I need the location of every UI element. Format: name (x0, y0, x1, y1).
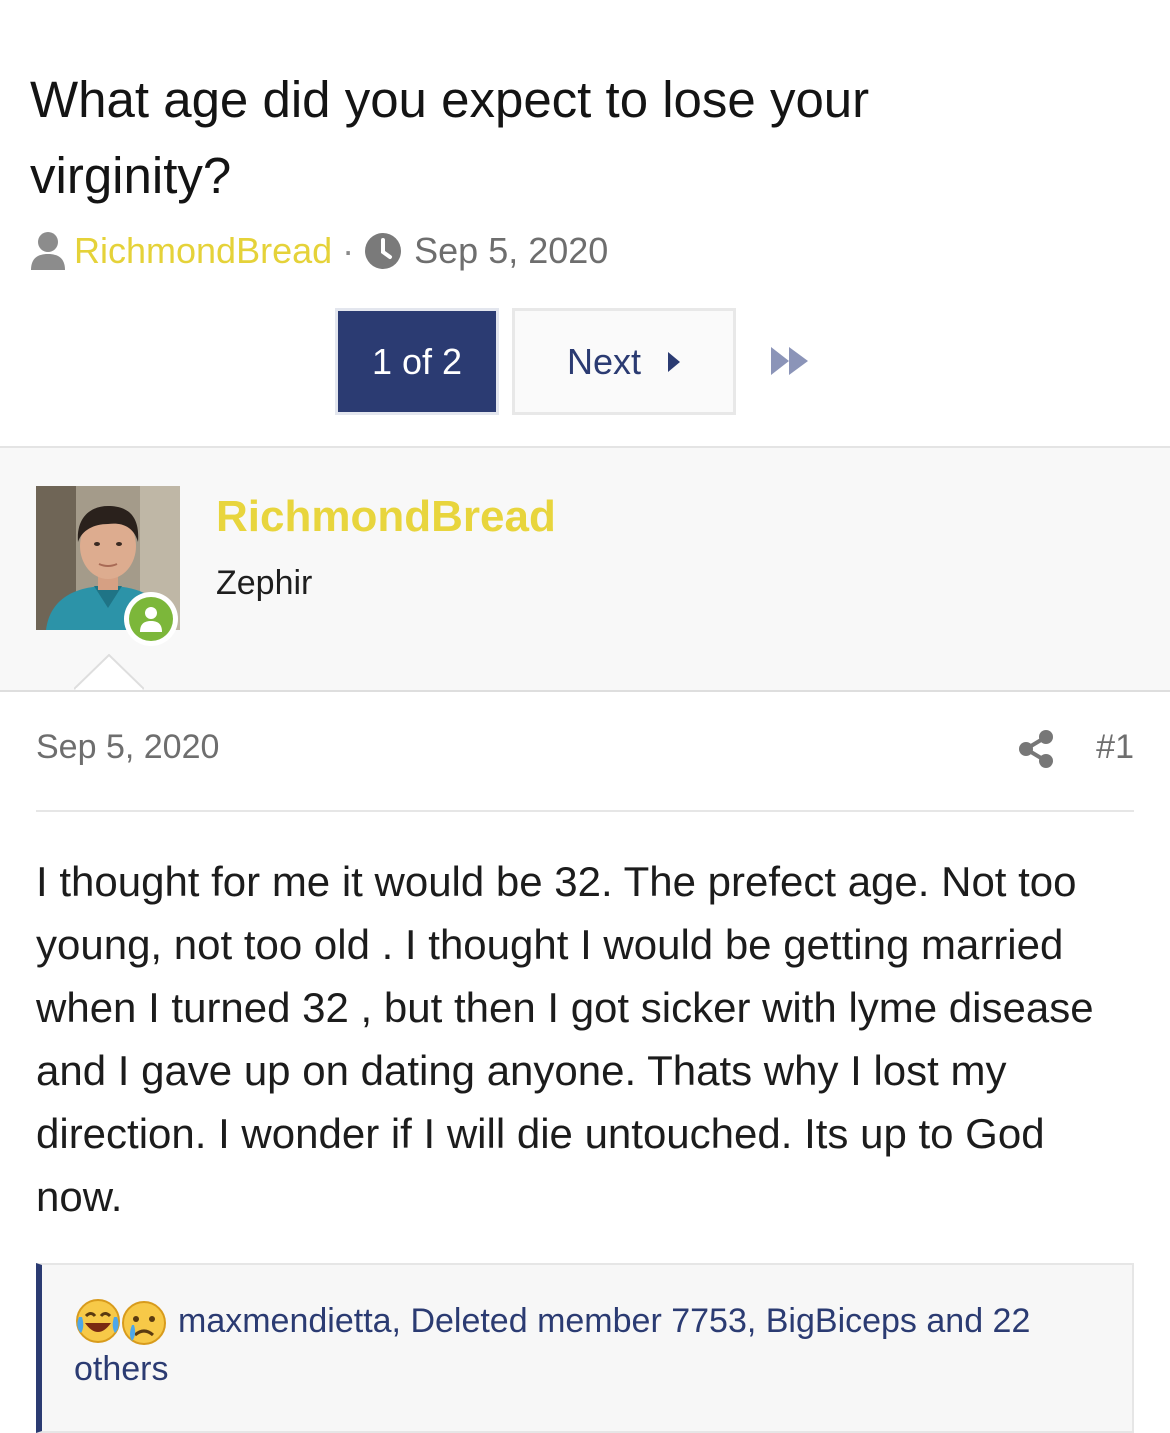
page-selector-button[interactable]: 1 of 2 (335, 308, 499, 415)
post-number-link[interactable]: #1 (1096, 728, 1134, 767)
online-status-badge (124, 592, 178, 646)
next-page-button[interactable]: Next (512, 308, 736, 415)
share-icon[interactable] (1018, 730, 1054, 768)
post-username-link[interactable]: RichmondBread (216, 492, 556, 542)
clock-icon (365, 233, 402, 269)
user-title: Zephir (216, 564, 313, 602)
next-label: Next (566, 340, 642, 382)
thread-title: What age did you expect to lose your vir… (30, 71, 870, 204)
thread-date[interactable]: Sep 5, 2020 (414, 230, 608, 272)
caret-right-icon (668, 351, 681, 372)
reactions-bar[interactable]: maxmendietta, Deleted member 7753, BigBi… (36, 1263, 1134, 1433)
post-date[interactable]: Sep 5, 2020 (36, 728, 219, 767)
user-arrow-notch (74, 654, 144, 690)
post-user-block: RichmondBread Zephir (0, 446, 1170, 692)
last-page-icon[interactable] (770, 346, 810, 376)
thread-header: What age did you expect to lose your vir… (0, 0, 1170, 446)
reaction-users-link[interactable]: maxmendietta, Deleted member 7753, BigBi… (74, 1297, 1104, 1393)
meta-separator: · (342, 230, 355, 271)
pagination: 1 of 2 Next (335, 308, 810, 415)
user-icon (31, 232, 65, 270)
post-meta: Sep 5, 2020 #1 (36, 728, 1134, 772)
user-online-icon (140, 607, 162, 632)
thread-author-link[interactable]: RichmondBread (74, 230, 332, 272)
post-body: I thought for me it would be 32. The pre… (36, 858, 1094, 1220)
thread-meta: RichmondBread · Sep 5, 2020 (30, 228, 608, 274)
post-divider (36, 810, 1134, 812)
